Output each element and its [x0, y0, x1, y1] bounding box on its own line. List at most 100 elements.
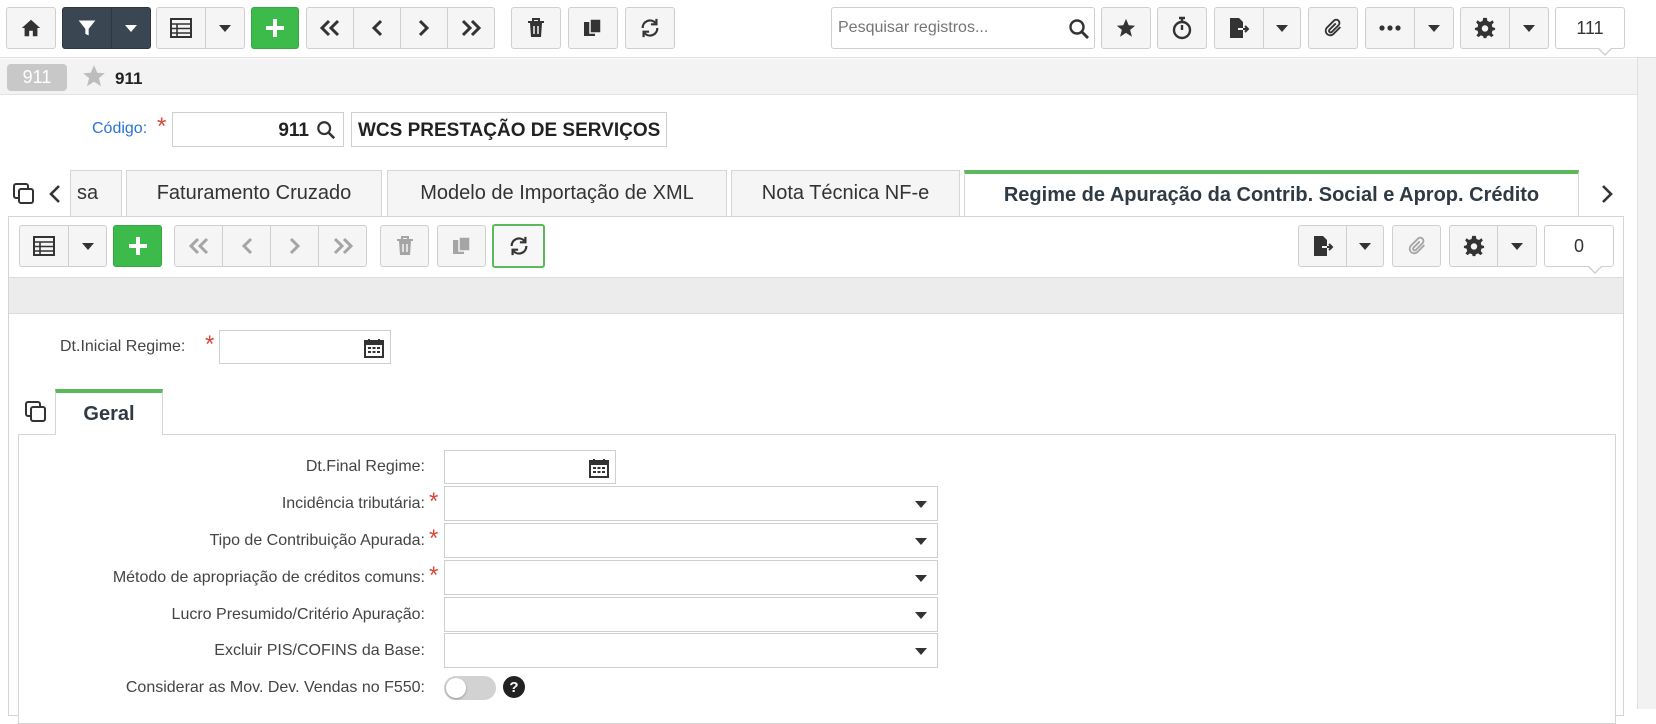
caret-down-icon: [1276, 24, 1288, 32]
export-button[interactable]: [1214, 7, 1264, 49]
copy-button[interactable]: [568, 7, 618, 49]
tab-nota-tecnica-nfe[interactable]: Nota Técnica NF-e: [731, 170, 960, 216]
lookup-search-icon[interactable]: [316, 120, 336, 140]
sub-export-button[interactable]: [1298, 225, 1347, 267]
view-group: [156, 7, 245, 49]
tipo-contribuicao-label: Tipo de Contribuição Apurada:: [209, 532, 425, 549]
export-dropdown-button[interactable]: [1263, 7, 1301, 49]
filter-group: [62, 7, 151, 49]
subtab-geral[interactable]: Geral: [55, 389, 163, 435]
more-button[interactable]: [1365, 7, 1415, 49]
table-icon: [170, 18, 192, 38]
excluir-pis-cofins-select[interactable]: [444, 633, 938, 668]
chevron-down-icon: [915, 647, 927, 655]
codigo-label: Código:: [92, 120, 148, 137]
search-icon[interactable]: [1068, 18, 1090, 40]
calendar-icon[interactable]: [364, 338, 384, 358]
refresh-button[interactable]: [625, 7, 675, 49]
considerar-mov-dev-toggle[interactable]: [444, 676, 496, 700]
stopwatch-icon: [1172, 16, 1192, 40]
tab-partial[interactable]: sa: [70, 170, 122, 216]
dt-inicial-regime-input[interactable]: [219, 330, 391, 364]
metodo-apropriacao-select[interactable]: [444, 560, 938, 595]
incidencia-tributaria-select[interactable]: [444, 486, 938, 521]
delete-button[interactable]: [511, 7, 561, 49]
tab-faturamento-cruzado[interactable]: Faturamento Cruzado: [126, 170, 382, 216]
lucro-presumido-select[interactable]: [444, 597, 938, 632]
sub-record-count: 0: [1544, 225, 1614, 267]
copy-subtabs-icon[interactable]: [24, 400, 48, 424]
sub-settings-dropdown-button[interactable]: [1497, 225, 1537, 267]
chevron-down-icon: [915, 537, 927, 545]
double-chevron-left-icon: [188, 237, 208, 255]
calendar-icon[interactable]: [589, 458, 609, 478]
last-record-button[interactable]: [447, 7, 495, 49]
tipo-contribuicao-select[interactable]: [444, 523, 938, 558]
refresh-icon: [510, 236, 527, 256]
codigo-field[interactable]: 911: [172, 112, 344, 147]
help-icon[interactable]: ?: [503, 676, 525, 698]
caret-down-icon: [125, 24, 137, 32]
tab-scroll-left-icon[interactable]: [48, 184, 62, 204]
refresh-icon: [641, 18, 659, 38]
favorite-button[interactable]: [1101, 7, 1151, 49]
sub-next-record-button[interactable]: [270, 225, 319, 267]
filter-button[interactable]: [62, 7, 112, 49]
attach-button[interactable]: [1308, 7, 1358, 49]
sub-export-dropdown-button[interactable]: [1346, 225, 1384, 267]
record-count-pointer: [1598, 48, 1612, 56]
paperclip-icon: [1324, 18, 1341, 37]
sub-copy-button[interactable]: [437, 225, 486, 267]
file-export-icon: [1313, 236, 1333, 256]
settings-dropdown-button[interactable]: [1509, 7, 1549, 49]
gear-icon: [1463, 235, 1484, 257]
settings-button[interactable]: [1460, 7, 1510, 49]
sub-delete-button[interactable]: [380, 225, 429, 267]
record-badge: 911: [7, 64, 67, 91]
filter-dropdown-button[interactable]: [111, 7, 151, 49]
view-dropdown-button[interactable]: [205, 7, 245, 49]
sub-last-record-button[interactable]: [318, 225, 367, 267]
sub-add-button[interactable]: [113, 225, 162, 267]
grid-view-button[interactable]: [156, 7, 206, 49]
more-dropdown-button[interactable]: [1414, 7, 1454, 49]
chevron-down-icon: [915, 500, 927, 508]
chevron-down-icon: [915, 611, 927, 619]
tab-scroll-right-icon[interactable]: [1600, 184, 1614, 204]
star-outline-icon[interactable]: [81, 63, 107, 89]
dt-final-regime-label: Dt.Final Regime:: [305, 458, 425, 475]
razao-social-field[interactable]: WCS PRESTAÇÃO DE SERVIÇOS: [351, 112, 667, 147]
sub-settings-button[interactable]: [1449, 225, 1498, 267]
excluir-pis-cofins-label: Excluir PIS/COFINS da Base:: [214, 642, 425, 659]
page-scrollbar[interactable]: [1637, 58, 1656, 709]
next-record-button[interactable]: [400, 7, 448, 49]
home-icon: [21, 19, 41, 37]
sub-grid-view-button[interactable]: [19, 225, 69, 267]
add-button[interactable]: [251, 7, 299, 49]
sub-view-dropdown-button[interactable]: [68, 225, 107, 267]
dt-final-regime-input[interactable]: [444, 450, 616, 484]
sub-refresh-button[interactable]: [492, 224, 545, 268]
sub-first-record-button[interactable]: [174, 225, 223, 267]
previous-record-button[interactable]: [353, 7, 401, 49]
settings-group: [1460, 7, 1549, 49]
sub-settings-group: [1449, 225, 1537, 267]
sub-previous-record-button[interactable]: [222, 225, 271, 267]
toggle-knob: [446, 678, 466, 698]
copy-tabs-icon[interactable]: [12, 182, 36, 206]
search-input[interactable]: [838, 16, 1058, 40]
chevron-left-icon: [371, 19, 383, 37]
file-export-icon: [1230, 18, 1250, 38]
tab-modelo-importacao-xml[interactable]: Modelo de Importação de XML: [387, 170, 727, 216]
home-button[interactable]: [6, 7, 56, 49]
sub-navigation-group: [174, 225, 367, 267]
chevron-right-icon: [289, 237, 300, 255]
tab-regime-apuracao[interactable]: Regime de Apuração da Contrib. Social e …: [964, 170, 1579, 216]
copy-icon: [452, 236, 471, 254]
plus-icon: [128, 237, 147, 255]
timer-button[interactable]: [1157, 7, 1207, 49]
paperclip-icon: [1408, 236, 1425, 255]
first-record-button[interactable]: [306, 7, 354, 49]
required-marker: *: [429, 488, 439, 515]
sub-attach-button[interactable]: [1392, 225, 1441, 267]
